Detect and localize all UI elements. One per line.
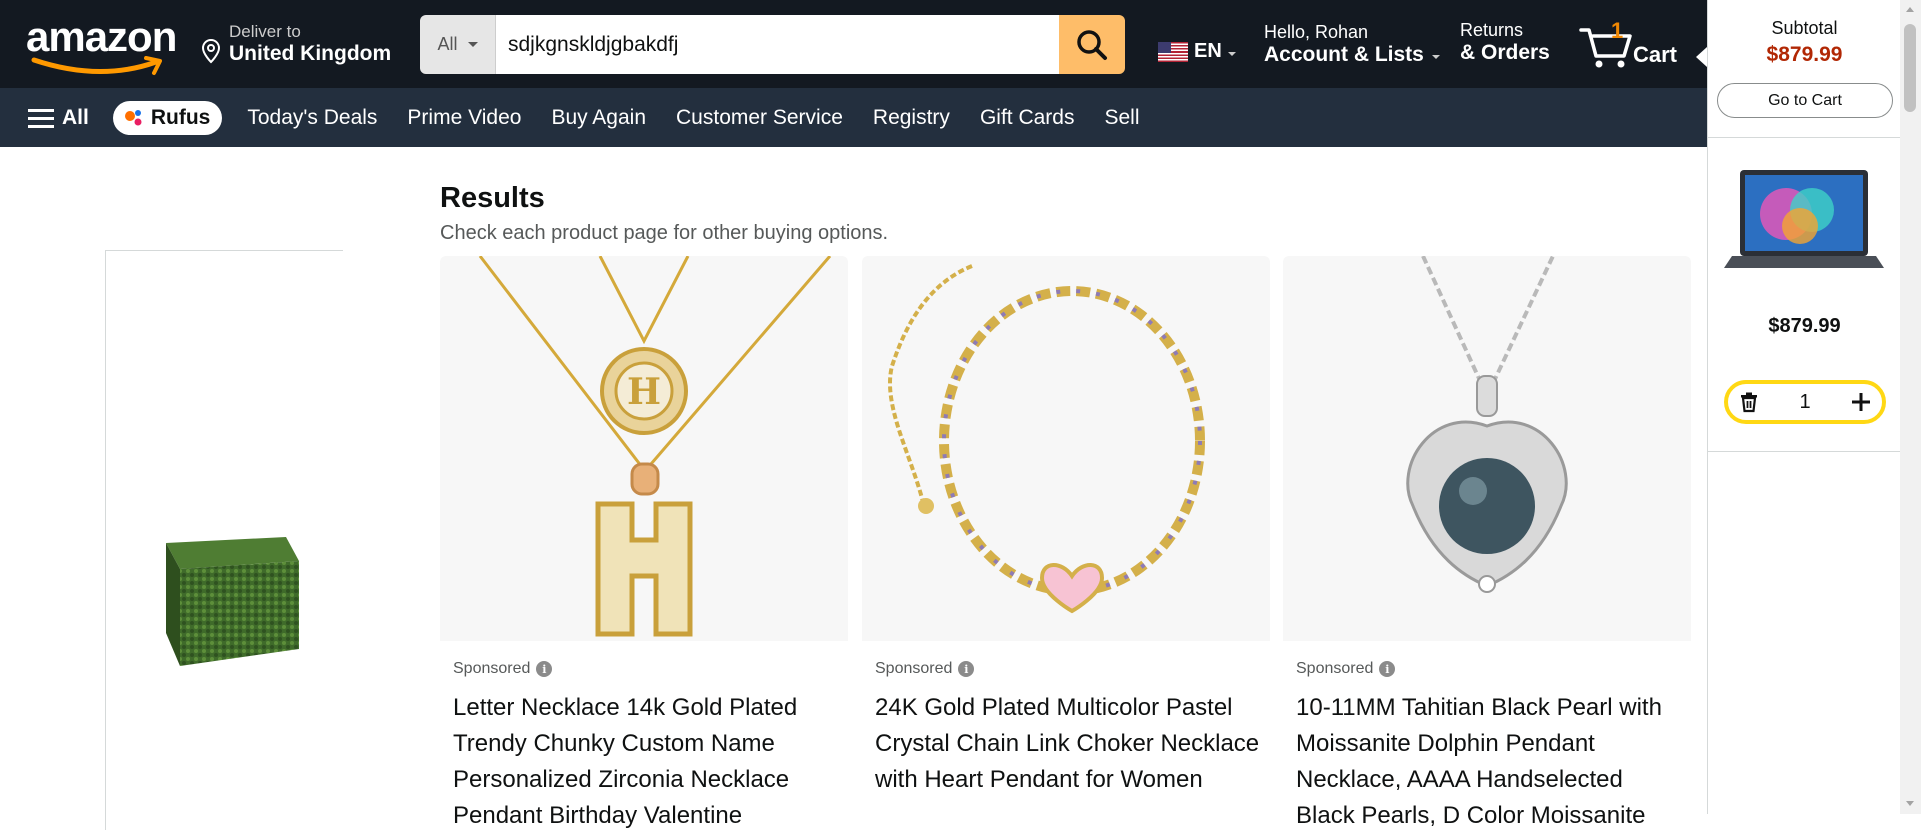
svg-text:H: H bbox=[627, 371, 661, 413]
deliver-location: United Kingdom bbox=[229, 42, 392, 65]
results-subtitle: Check each product page for other buying… bbox=[440, 222, 889, 244]
scrollbar-thumb[interactable] bbox=[1904, 24, 1916, 112]
returns-orders[interactable]: Returns & Orders bbox=[1460, 20, 1550, 65]
language-selector[interactable]: EN bbox=[1158, 40, 1236, 63]
pearl-pendant-image bbox=[1406, 256, 1568, 593]
cart-count: 1 bbox=[1611, 18, 1624, 43]
nav-link-prime-video[interactable]: Prime Video bbox=[407, 106, 521, 130]
letter-necklace-image: H bbox=[478, 256, 832, 637]
info-icon[interactable]: i bbox=[1379, 661, 1396, 677]
account-greeting: Hello, Rohan bbox=[1264, 22, 1369, 42]
sponsored-label: Sponsored i bbox=[1296, 660, 1396, 678]
returns-label: Returns bbox=[1460, 20, 1524, 40]
scroll-down-arrow-icon[interactable] bbox=[1906, 801, 1914, 806]
rufus-label: Rufus bbox=[150, 105, 211, 129]
logo-text: amazon bbox=[26, 13, 177, 60]
page-scrollbar[interactable] bbox=[1900, 0, 1921, 814]
product-card[interactable]: H Sponsored i Letter Necklace 14k Gold Pl… bbox=[440, 256, 848, 829]
quantity-stepper: 1 bbox=[1724, 380, 1886, 424]
heart-choker-image bbox=[888, 264, 1205, 614]
nav-all-menu[interactable]: All bbox=[28, 106, 89, 130]
product-title[interactable]: Letter Necklace 14k Gold Plated Trendy C… bbox=[453, 690, 843, 834]
nav-link-todays-deals[interactable]: Today's Deals bbox=[247, 106, 377, 130]
cart-button[interactable]: 1 Cart bbox=[1578, 18, 1678, 74]
product-title[interactable]: 24K Gold Plated Multicolor Pastel Crysta… bbox=[875, 690, 1265, 798]
sponsored-label: Sponsored i bbox=[453, 660, 553, 678]
subtotal-value: $879.99 bbox=[1766, 43, 1843, 66]
cart-label: Cart bbox=[1633, 42, 1678, 67]
language-label: EN bbox=[1194, 40, 1222, 62]
hedge-product-image bbox=[166, 537, 299, 666]
product-image[interactable] bbox=[862, 256, 1270, 641]
plus-icon[interactable] bbox=[1850, 391, 1872, 413]
go-to-cart-button[interactable]: Go to Cart bbox=[1717, 83, 1893, 118]
product-image[interactable] bbox=[1283, 256, 1691, 641]
deliver-label: Deliver to bbox=[229, 22, 301, 41]
account-lists[interactable]: Hello, Rohan Account & Lists bbox=[1264, 22, 1440, 67]
nav-link-registry[interactable]: Registry bbox=[873, 106, 950, 130]
scroll-up-arrow-icon[interactable] bbox=[1906, 7, 1914, 12]
nav-items: All Rufus Today's Deals Prime Video Buy … bbox=[28, 88, 1170, 147]
product-card[interactable]: Sponsored i 10-11MM Tahitian Black Pearl … bbox=[1283, 256, 1691, 829]
rufus-icon bbox=[124, 109, 142, 125]
left-sponsored-ad[interactable] bbox=[105, 250, 343, 830]
rufus-button[interactable]: Rufus bbox=[112, 100, 223, 135]
trash-icon[interactable] bbox=[1738, 391, 1760, 413]
panel-pointer-arrow bbox=[1696, 47, 1707, 67]
chevron-down-icon bbox=[1227, 51, 1236, 56]
nav-link-gift-cards[interactable]: Gift Cards bbox=[980, 106, 1075, 130]
sponsored-label: Sponsored i bbox=[875, 660, 975, 678]
product-title[interactable]: 10-11MM Tahitian Black Pearl with Moissa… bbox=[1296, 690, 1686, 834]
us-flag-icon bbox=[1158, 41, 1188, 62]
chevron-down-icon bbox=[1431, 55, 1440, 59]
product-card[interactable]: Sponsored i 24K Gold Plated Multicolor Pa… bbox=[862, 256, 1270, 816]
laptop-product-image[interactable] bbox=[1724, 164, 1884, 294]
chevron-down-icon bbox=[467, 42, 478, 47]
nav-all-label: All bbox=[62, 105, 89, 129]
divider bbox=[1708, 137, 1901, 138]
account-label: Account & Lists bbox=[1264, 43, 1424, 66]
orders-label: & Orders bbox=[1460, 41, 1550, 64]
search-icon bbox=[1077, 29, 1107, 60]
divider bbox=[1708, 451, 1901, 452]
cart-side-panel: Subtotal $879.99 Go to Cart $879.99 1 bbox=[1707, 0, 1901, 814]
nav-link-sell[interactable]: Sell bbox=[1104, 106, 1139, 130]
cart-item-price: $879.99 bbox=[1768, 315, 1841, 337]
search-bar: All bbox=[420, 15, 1125, 74]
hamburger-icon bbox=[28, 108, 54, 128]
quantity-value: 1 bbox=[1799, 390, 1811, 413]
location-pin-icon bbox=[201, 38, 221, 64]
nav-link-customer-service[interactable]: Customer Service bbox=[676, 106, 843, 130]
info-icon[interactable]: i bbox=[536, 661, 553, 677]
search-category-select[interactable]: All bbox=[420, 15, 496, 74]
amazon-logo[interactable]: amazon bbox=[26, 13, 177, 78]
subtotal-label: Subtotal bbox=[1771, 18, 1838, 38]
search-category-label: All bbox=[437, 34, 458, 54]
search-button[interactable] bbox=[1059, 15, 1125, 74]
search-input[interactable] bbox=[496, 15, 1059, 74]
info-icon[interactable]: i bbox=[958, 661, 975, 677]
cart-icon bbox=[1579, 28, 1632, 68]
product-image[interactable]: H bbox=[440, 256, 848, 641]
results-heading: Results bbox=[440, 182, 545, 214]
nav-link-buy-again[interactable]: Buy Again bbox=[551, 106, 646, 130]
logo-smile-icon bbox=[31, 56, 162, 75]
